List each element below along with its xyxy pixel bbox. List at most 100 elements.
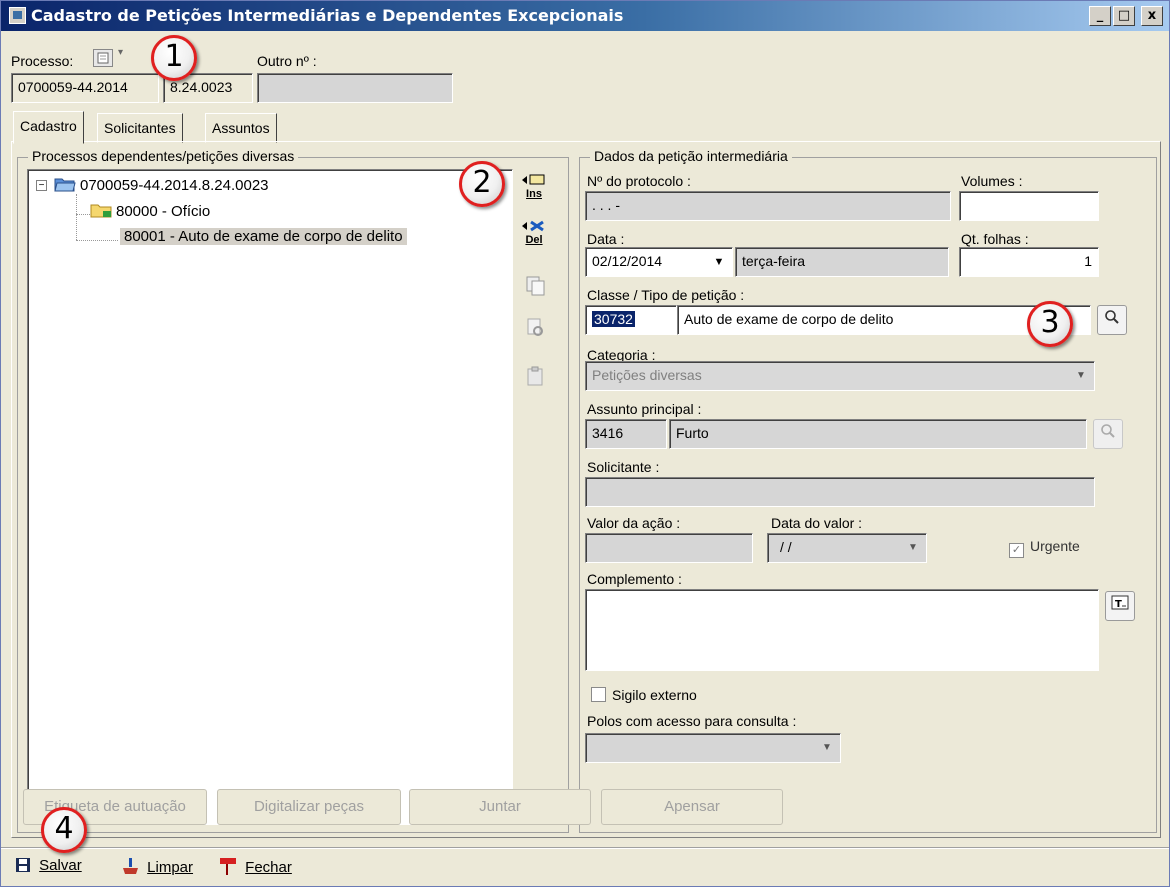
categoria-value: Petições diversas [592, 367, 702, 383]
callout-badge-4: 4 [41, 807, 87, 853]
assunto-search-button[interactable] [1093, 419, 1123, 449]
complemento-textarea[interactable] [585, 589, 1099, 671]
classe-code-value: 30732 [592, 311, 635, 327]
classe-search-button[interactable] [1097, 305, 1127, 335]
data-value: 02/12/2014 [592, 253, 663, 269]
process-tree[interactable]: − 0700059-44.2014.8.24.0023 80000 - Ofíc… [27, 169, 513, 825]
text-editor-icon: T [1111, 595, 1129, 610]
polos-select[interactable]: ▼ [585, 733, 841, 763]
flag-icon [220, 858, 236, 875]
maximize-button[interactable]: □ [1113, 6, 1135, 26]
processo-icon-button[interactable] [93, 49, 113, 67]
find-tool-button[interactable] [521, 317, 551, 357]
urgente-check-icon: ✓ [1009, 543, 1024, 558]
data-valor-label: Data do valor : [771, 515, 863, 531]
protocolo-label: Nº do protocolo : [587, 173, 691, 189]
callout-badge-3: 3 [1027, 301, 1073, 347]
document-icon [97, 52, 109, 64]
data-valor-field[interactable]: / / ▼ [767, 533, 927, 563]
sigilo-check-icon [591, 687, 606, 702]
data-field[interactable]: 02/12/2014 ▼ [585, 247, 733, 277]
sigilo-label: Sigilo externo [612, 687, 697, 703]
data-valor-dropdown-icon[interactable]: ▼ [903, 537, 923, 559]
paste-icon [527, 366, 543, 386]
tree-line [76, 214, 90, 215]
close-button[interactable]: x [1141, 6, 1163, 26]
categoria-dropdown-icon[interactable]: ▼ [1071, 365, 1091, 387]
processo-number-field[interactable]: 0700059-44.2014 [11, 73, 159, 103]
tree-node-root[interactable]: 0700059-44.2014.8.24.0023 [54, 176, 269, 194]
tree-line [76, 194, 77, 240]
tab-assuntos[interactable]: Assuntos [205, 113, 277, 143]
volumes-field[interactable] [959, 191, 1099, 221]
title-bar[interactable]: Cadastro de Petições Intermediárias e De… [1, 1, 1169, 31]
find-icon [527, 318, 543, 336]
tree-node-auto-exame-label: 80001 - Auto de exame de corpo de delito [124, 228, 403, 245]
classe-label: Classe / Tipo de petição : [587, 287, 745, 303]
text-editor-button[interactable]: T [1105, 591, 1135, 621]
magnifier-icon [1105, 310, 1119, 324]
main-window: Cadastro de Petições Intermediárias e De… [0, 0, 1170, 887]
categoria-select[interactable]: Petições diversas ▼ [585, 361, 1095, 391]
fechar-button[interactable]: Fechar [219, 857, 292, 876]
tab-cadastro[interactable]: Cadastro [13, 111, 84, 144]
toolbar-separator [1, 847, 1169, 849]
tree-node-auto-exame[interactable]: 80001 - Auto de exame de corpo de delito [120, 228, 407, 245]
urgente-label: Urgente [1030, 538, 1080, 554]
sigilo-checkbox[interactable]: Sigilo externo [591, 687, 697, 703]
insert-tool-label: Ins [526, 188, 542, 200]
apensar-button[interactable]: Apensar [601, 789, 783, 825]
salvar-label: Salvar [39, 857, 82, 874]
insert-tool-button[interactable]: Ins [519, 173, 549, 213]
outro-numero-field[interactable] [257, 73, 453, 103]
processo-label: Processo: [11, 53, 74, 69]
salvar-button[interactable]: Salvar [15, 857, 82, 874]
delete-icon [522, 220, 544, 232]
valor-label: Valor da ação : [587, 515, 681, 531]
paste-tool-button[interactable] [521, 365, 551, 405]
urgente-checkbox[interactable]: ✓ Urgente [1009, 538, 1080, 558]
assunto-label: Assunto principal : [587, 401, 702, 417]
assunto-code-field[interactable]: 3416 [585, 419, 667, 449]
folhas-label: Qt. folhas : [961, 231, 1029, 247]
callout-badge-1: 1 [151, 35, 197, 81]
callout-badge-2: 2 [459, 161, 505, 207]
data-label: Data : [587, 231, 625, 247]
complemento-label: Complemento : [587, 571, 682, 587]
window-title: Cadastro de Petições Intermediárias e De… [31, 6, 624, 25]
save-icon [16, 858, 30, 872]
polos-label: Polos com acesso para consulta : [587, 713, 797, 729]
solicitante-field[interactable] [585, 477, 1095, 507]
fechar-label: Fechar [245, 859, 292, 876]
left-groupbox-title: Processos dependentes/petições diversas [28, 148, 299, 164]
tab-solicitantes[interactable]: Solicitantes [97, 113, 183, 143]
collapse-icon[interactable]: − [36, 180, 47, 191]
tree-node-oficio[interactable]: 80000 - Ofício [90, 202, 210, 220]
outro-label: Outro nº : [257, 53, 317, 69]
limpar-label: Limpar [147, 859, 194, 876]
app-icon [9, 7, 26, 24]
minimize-button[interactable]: _ [1089, 6, 1111, 26]
volumes-label: Volumes : [961, 173, 1023, 189]
date-dropdown-icon[interactable]: ▼ [709, 251, 729, 273]
svg-text:T: T [1115, 599, 1122, 610]
delete-tool-button[interactable]: Del [519, 219, 549, 259]
protocolo-field[interactable]: . . . - [585, 191, 951, 221]
data-valor-value: / / [780, 539, 792, 555]
juntar-button[interactable]: Juntar [409, 789, 591, 825]
assunto-desc-field[interactable]: Furto [669, 419, 1087, 449]
dia-semana-field: terça-feira [735, 247, 949, 277]
copy-tool-button[interactable] [521, 275, 551, 315]
limpar-button[interactable]: Limpar [121, 857, 193, 876]
polos-dropdown-icon[interactable]: ▼ [817, 737, 837, 759]
folhas-field[interactable]: 1 [959, 247, 1099, 277]
right-groupbox-title: Dados da petição intermediária [590, 148, 792, 164]
tree-node-root-label: 0700059-44.2014.8.24.0023 [80, 177, 269, 194]
insert-icon [522, 174, 545, 185]
solicitante-label: Solicitante : [587, 459, 660, 475]
digitalizar-button[interactable]: Digitalizar peças [217, 789, 401, 825]
dropdown-arrow-icon[interactable]: ▾ [118, 47, 123, 58]
valor-field[interactable] [585, 533, 753, 563]
delete-tool-label: Del [525, 234, 543, 246]
classe-code-field[interactable]: 30732 [585, 305, 677, 335]
